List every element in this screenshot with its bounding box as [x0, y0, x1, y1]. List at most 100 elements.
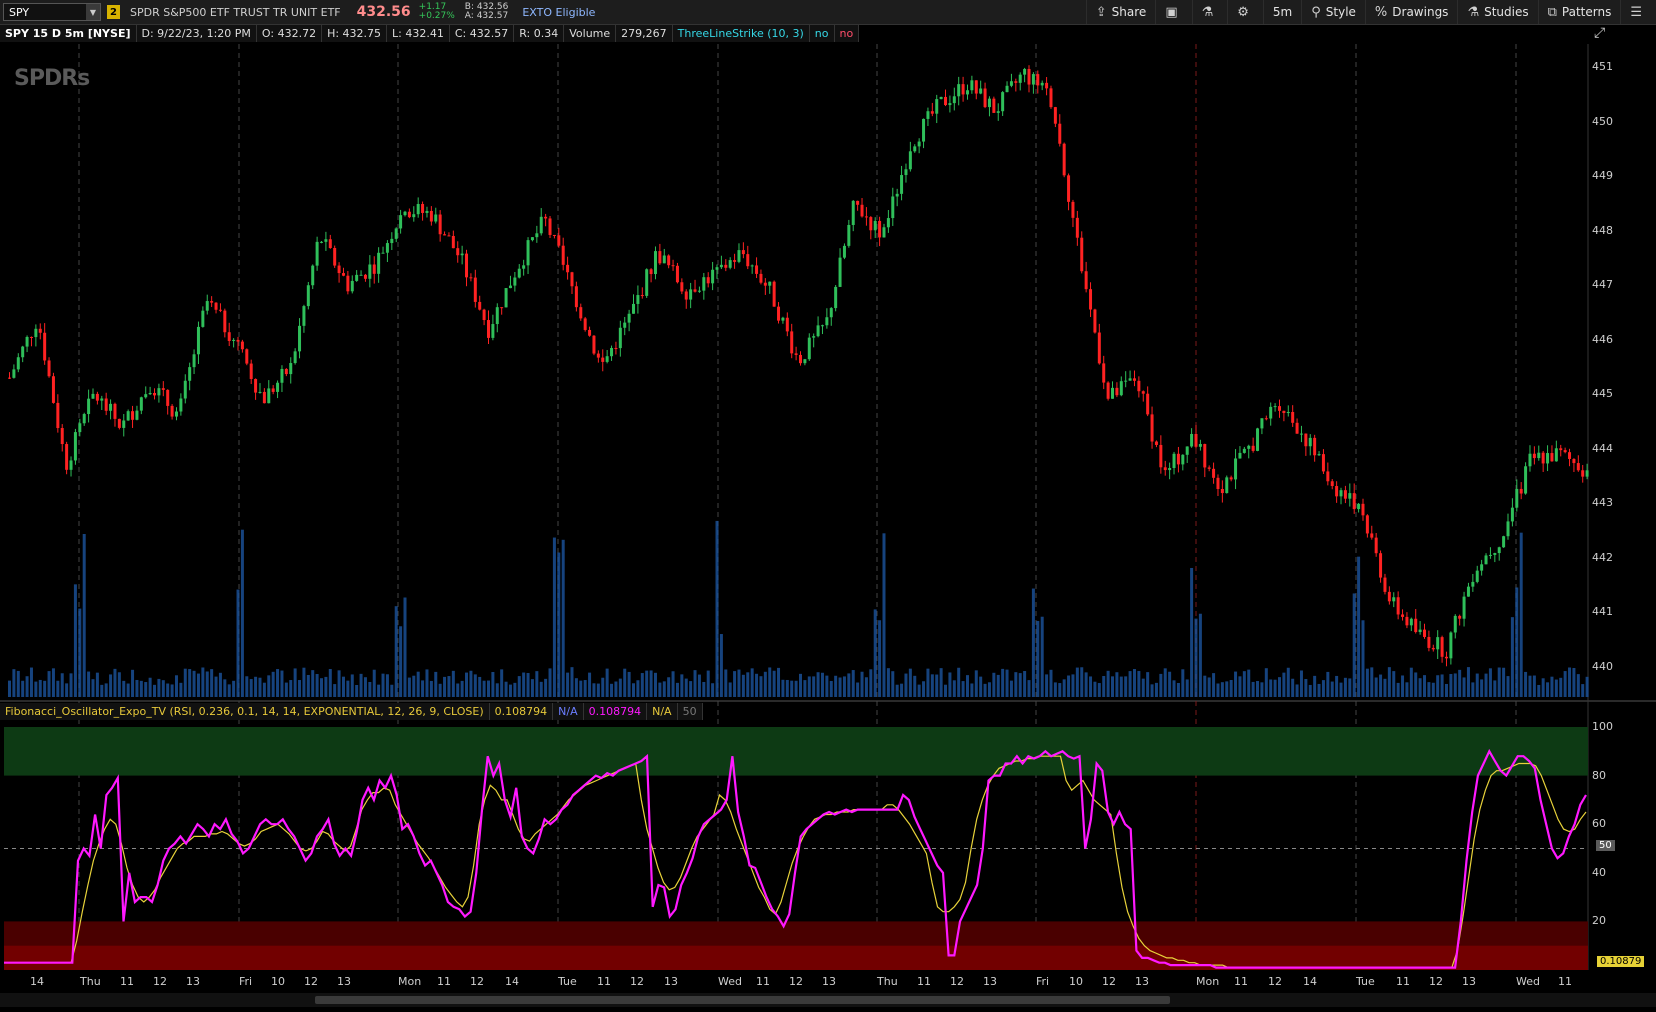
- link-group-badge[interactable]: 2: [107, 5, 120, 19]
- candle: [561, 245, 565, 265]
- volume-bar: [662, 681, 666, 697]
- volume-bar: [900, 683, 904, 697]
- candle: [900, 175, 904, 194]
- candle: [882, 227, 886, 238]
- volume-bar: [284, 682, 288, 697]
- symbol-selector[interactable]: SPY ▼: [3, 3, 101, 21]
- oscillator-tick-label: 60: [1592, 817, 1606, 831]
- candle: [733, 260, 737, 262]
- expand-icon[interactable]: ⤢: [1594, 25, 1614, 45]
- volume-bar: [1409, 667, 1413, 697]
- volume-bar: [983, 683, 987, 697]
- oscillator-tick-label: 100: [1592, 720, 1613, 733]
- volume-bar: [148, 677, 152, 697]
- candle: [183, 380, 187, 399]
- volume-bar: [179, 682, 183, 697]
- volume-bar: [188, 669, 192, 697]
- flask-button[interactable]: ⚗: [1191, 0, 1228, 24]
- volume-bar: [359, 673, 363, 697]
- candle: [25, 336, 29, 347]
- scrollbar-thumb[interactable]: [315, 996, 1170, 1004]
- candle: [504, 288, 508, 308]
- symbol-description: SPDR S&P500 ETF TRUST TR UNIT ETF: [130, 5, 341, 19]
- candle: [1418, 629, 1422, 633]
- candle: [1339, 490, 1343, 497]
- candle: [904, 169, 908, 176]
- volume-bar: [838, 677, 842, 697]
- candle: [350, 280, 354, 292]
- patterns-button[interactable]: ⧉ Patterns: [1537, 0, 1621, 24]
- candle: [1541, 452, 1545, 464]
- volume-bar: [443, 676, 447, 697]
- horizontal-scrollbar[interactable]: [0, 993, 1656, 1007]
- candle: [737, 250, 741, 262]
- top-toolbar: SPY ▼ 2 SPDR S&P500 ETF TRUST TR UNIT ET…: [0, 0, 1656, 25]
- candle: [702, 277, 706, 291]
- lower-study-title[interactable]: Fibonacci_Oscillator_Expo_TV (RSI, 0.236…: [0, 703, 490, 720]
- drawings-button[interactable]: % Drawings: [1364, 0, 1458, 24]
- candle: [1396, 597, 1400, 615]
- volume-bar: [750, 668, 754, 697]
- chart-title[interactable]: SPY 15 D 5m [NYSE]: [0, 25, 137, 42]
- candle: [1277, 406, 1281, 411]
- volume-bar: [399, 626, 403, 697]
- candle: [1225, 477, 1229, 494]
- study-label[interactable]: ThreeLineStrike (10, 3): [672, 25, 810, 42]
- exto-link[interactable]: EXTO Eligible: [522, 6, 595, 19]
- candle: [385, 243, 389, 253]
- volume-bar: [1238, 676, 1242, 697]
- candle: [1018, 74, 1022, 83]
- volume-bar: [1295, 684, 1299, 697]
- price-chart[interactable]: [0, 0, 1656, 1012]
- studies-button[interactable]: ⚗ Studies: [1457, 0, 1537, 24]
- candle: [368, 264, 372, 279]
- candle: [1365, 515, 1369, 534]
- volume-bar: [1097, 683, 1101, 697]
- volume-bar: [1576, 674, 1580, 697]
- volume-bar: [104, 683, 108, 697]
- volume-bar: [1568, 667, 1572, 697]
- candle: [205, 301, 209, 311]
- volume-bar: [1330, 681, 1334, 697]
- candle: [917, 141, 921, 147]
- volume-bar: [473, 674, 477, 697]
- candle: [1264, 418, 1268, 420]
- volume-bar: [1067, 675, 1071, 697]
- candle: [95, 393, 99, 401]
- volume-bar: [60, 673, 64, 697]
- candle: [1251, 445, 1255, 451]
- volume-bar: [1198, 613, 1202, 697]
- candle: [69, 460, 73, 470]
- volume-bar: [1308, 684, 1312, 697]
- volume-label[interactable]: Volume: [564, 25, 617, 42]
- volume-bar: [1124, 676, 1128, 697]
- snapshot-button[interactable]: ▣: [1155, 0, 1191, 24]
- candle: [1295, 422, 1299, 434]
- candle: [1392, 597, 1396, 602]
- candle: [1546, 453, 1550, 464]
- volume-bar: [526, 673, 530, 697]
- settings-button[interactable]: ⚙: [1227, 0, 1263, 24]
- candle: [1440, 637, 1444, 657]
- candle: [201, 310, 205, 327]
- volume-bar: [807, 676, 811, 697]
- style-button[interactable]: ⚲ Style: [1301, 0, 1365, 24]
- candle: [856, 200, 860, 205]
- candle: [1163, 467, 1167, 471]
- share-button[interactable]: ⇪ Share: [1085, 0, 1156, 24]
- candle: [1361, 503, 1365, 516]
- volume-value: 279,267: [616, 25, 673, 42]
- menu-button[interactable]: ☰: [1620, 0, 1656, 24]
- chevron-down-icon[interactable]: ▼: [86, 4, 100, 20]
- candle: [161, 388, 165, 390]
- volume-bar: [1023, 671, 1027, 697]
- candle: [1124, 380, 1128, 382]
- volume-bar: [87, 671, 91, 697]
- volume-bar: [1343, 677, 1347, 697]
- timeframe-button[interactable]: 5m: [1262, 0, 1301, 24]
- time-tick-label: Thu: [877, 975, 898, 988]
- candle: [469, 277, 473, 279]
- candle: [1119, 381, 1123, 396]
- volume-bar: [860, 671, 864, 697]
- candle: [1330, 481, 1334, 487]
